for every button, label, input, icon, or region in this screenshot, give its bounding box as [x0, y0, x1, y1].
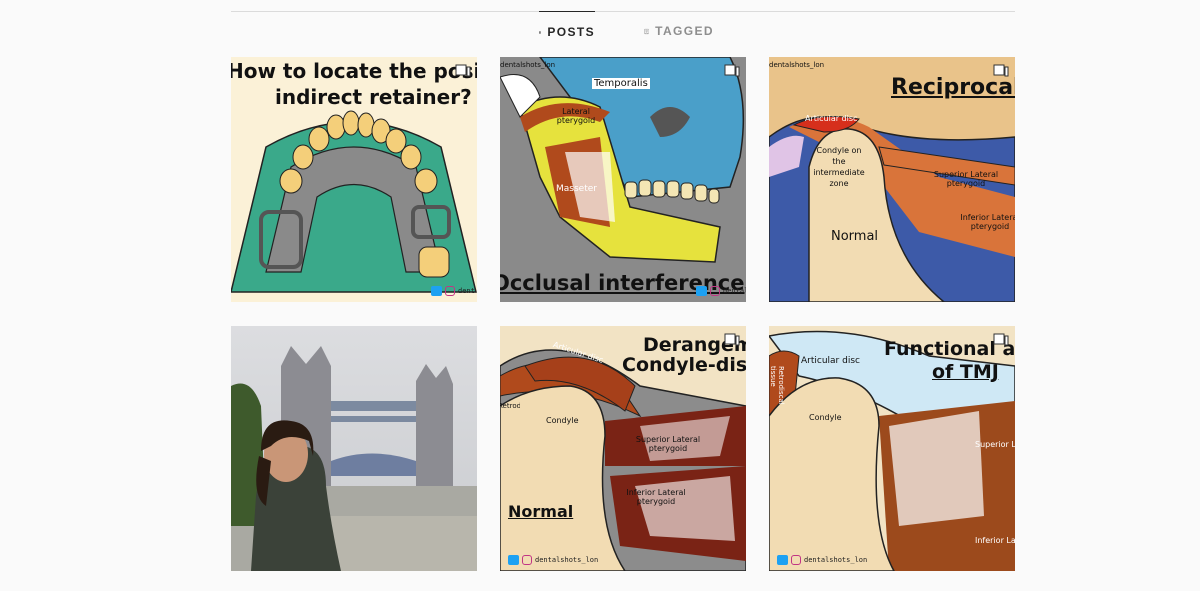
grid-icon: [539, 30, 542, 34]
instagram-icon: [445, 286, 455, 296]
label-condyle: Condyle: [546, 416, 579, 425]
label-articular-disc: Articular disc: [801, 356, 860, 366]
instagram-icon: [522, 555, 532, 565]
label-superior-lateral-pterygoid: Superior Lateral pterygoid: [635, 435, 701, 453]
multiple-images-icon: [724, 64, 740, 77]
label-retrodiscal-tissue: Retrodiscal tissue: [500, 402, 520, 410]
tab-tagged[interactable]: TAGGED: [644, 11, 714, 51]
label-normal: Normal: [508, 502, 574, 521]
multiple-images-icon: [993, 333, 1009, 346]
post-title-line2: indirect retainer?: [275, 85, 472, 109]
label-masseter: Masseter: [556, 184, 597, 194]
multiple-images-icon: [455, 64, 471, 77]
label-condyle: Condyle: [809, 413, 842, 422]
twitter-icon: [508, 555, 519, 565]
watermark-badges: dentalshots_lon: [431, 286, 476, 296]
tab-posts-label: POSTS: [547, 25, 595, 39]
label-lateral-pterygoid: Lateral pterygoid: [556, 107, 596, 125]
post-tile-derangement[interactable]: Derangement of Condyle-disk complex Arti…: [500, 326, 746, 571]
post-tile-indirect-retainer[interactable]: How to locate the position of indirect r…: [231, 57, 477, 302]
twitter-icon: [431, 286, 442, 296]
watermark-badges: dentalshots_lon: [508, 555, 598, 565]
post-tile-photo[interactable]: [231, 326, 477, 571]
tagged-person-icon: [644, 28, 650, 34]
twitter-icon: [777, 555, 788, 565]
watermark-text: dentalshots_lon: [804, 556, 868, 564]
post-title: Reciprocal clicking: [891, 75, 1015, 100]
label-inferior-lateral-pterygoid: Inferior Lateral pterygoid: [960, 213, 1015, 231]
post-title-line2: of TMJ: [932, 361, 999, 383]
multiple-images-icon: [724, 333, 740, 346]
watermark-text: dentalshots_lon: [535, 556, 599, 564]
watermark-text: dentalshots_lon: [458, 287, 476, 295]
post-tile-occlusal-interference[interactable]: dentalshots_lon Temporalis Lateral ptery…: [500, 57, 746, 302]
post-title-line2: Condyle-disk complex: [622, 354, 746, 376]
label-inferior-lateral-pterygoid: Inferior Lateral pterygoid: [626, 488, 686, 506]
post-watermark-top: dentalshots_lon: [769, 61, 825, 69]
label-normal: Normal: [831, 229, 879, 244]
profile-tabs: POSTS TAGGED: [0, 11, 1200, 51]
post-image-skull-muscles: [500, 57, 746, 302]
instagram-icon: [791, 555, 801, 565]
tab-posts[interactable]: POSTS: [539, 11, 595, 52]
twitter-icon: [696, 286, 707, 296]
watermark-badges: dentalshots_lon: [696, 286, 746, 296]
watermark-badges: dentalshots_lon: [777, 555, 867, 565]
post-tile-functional-anatomy[interactable]: Functional anatomy of TMJ Articular disc…: [769, 326, 1015, 571]
label-temporalis: Temporalis: [592, 78, 650, 89]
post-tile-reciprocal-clicking[interactable]: dentalshots_lon Reciprocal clicking Arti…: [769, 57, 1015, 302]
post-watermark-top: dentalshots_lon: [500, 61, 556, 69]
label-superior-lateral-pterygoid: Superior Lateral pterygoid: [933, 170, 999, 188]
tab-tagged-label: TAGGED: [655, 24, 714, 38]
watermark-text: dentalshots_lon: [723, 287, 746, 295]
instagram-icon: [710, 286, 720, 296]
post-image-tower-bridge-portrait: [231, 326, 477, 571]
post-title-line1: How to locate the position of: [231, 59, 477, 83]
label-inferior-lateral-pterygoid: Inferior Lateral pterygoid: [975, 536, 1015, 545]
label-retrodiscal-tissue: Retrodiscal tissue: [771, 366, 785, 405]
label-condyle-intermediate-zone: Condyle on the intermediate zone: [813, 146, 865, 188]
multiple-images-icon: [993, 64, 1009, 77]
label-articular-disc: Articular disc: [805, 114, 858, 123]
label-superior-lateral-pterygoid: Superior Lateral pterygoid: [975, 440, 1015, 449]
